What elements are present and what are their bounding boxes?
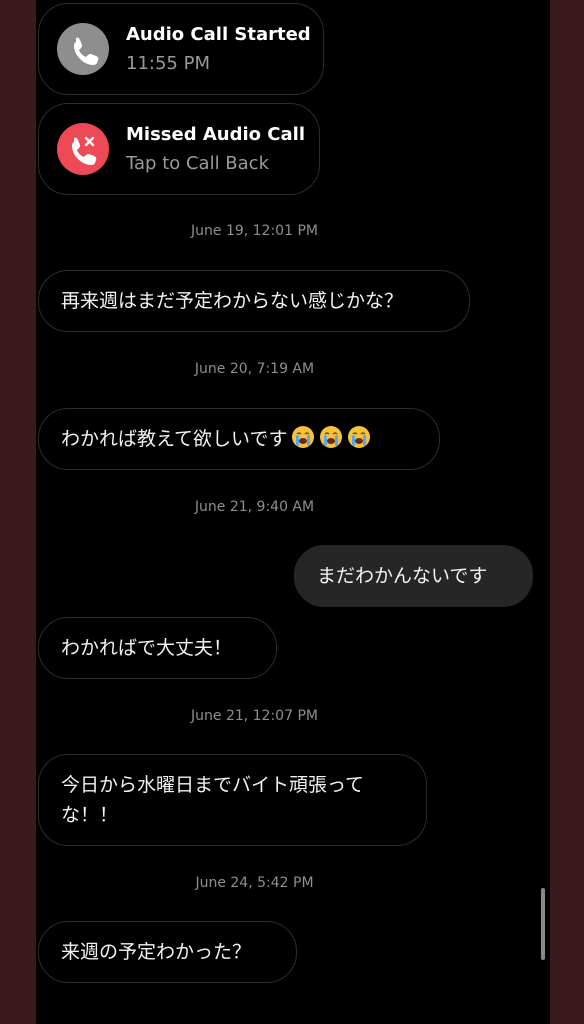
message-bubble-incoming[interactable]: 今日から水曜日までバイト頑張って な！！ [38,754,427,846]
call-icon-circle [57,23,109,75]
message-text: まだわかんないです [317,565,488,587]
chat-thread[interactable]: Audio Call Started 11:55 PM Missed Audio… [36,0,550,1024]
timestamp: June 21, 9:40 AM [194,499,315,515]
call-title: Audio Call Started [126,24,311,45]
message-bubble-incoming[interactable]: わかればで大丈夫！ [38,617,277,679]
crying-emoji-icon [320,426,343,448]
timestamp: June 21, 12:07 PM [191,708,318,724]
timestamp: June 19, 12:01 PM [191,223,318,239]
call-subtitle: 11:55 PM [126,53,210,74]
message-text: わかれば教えて欲しいです [61,428,288,450]
message-bubble-incoming[interactable]: 来週の予定わかった？ [38,921,297,983]
call-title: Missed Audio Call [126,124,305,145]
message-content: 今日から水曜日までバイト頑張って な！！ [39,755,426,845]
message-text-line: な！！ [61,804,119,826]
message-text: 再来週はまだ予定わからない感じかな？ [61,290,404,312]
phone-icon [74,37,99,65]
scrollbar[interactable] [541,888,545,960]
message-text: わかればで大丈夫！ [61,637,233,659]
message-bubble-incoming[interactable]: 再来週はまだ予定わからない感じかな？ [38,270,470,332]
crying-emoji-icon [292,426,315,448]
message-bubble-incoming[interactable]: わかれば教えて欲しいです [38,408,440,470]
timestamp: June 24, 5:42 PM [195,875,314,891]
call-subtitle: Tap to Call Back [126,153,270,174]
missed-audio-call-card[interactable]: Missed Audio Call Tap to Call Back [38,103,320,195]
message-text: 来週の予定わかった？ [61,941,252,963]
message-bubble-outgoing[interactable]: まだわかんないです [294,545,533,607]
timestamp: June 20, 7:19 AM [194,361,315,377]
missed-call-icon [72,136,97,165]
message-text-line: 今日から水曜日までバイト頑張って [61,774,365,796]
audio-call-started-card[interactable]: Audio Call Started 11:55 PM [38,3,324,95]
crying-emoji-icon [348,426,371,448]
call-icon-circle [57,123,109,175]
message-content: わかれば教えて欲しいです [39,409,439,469]
